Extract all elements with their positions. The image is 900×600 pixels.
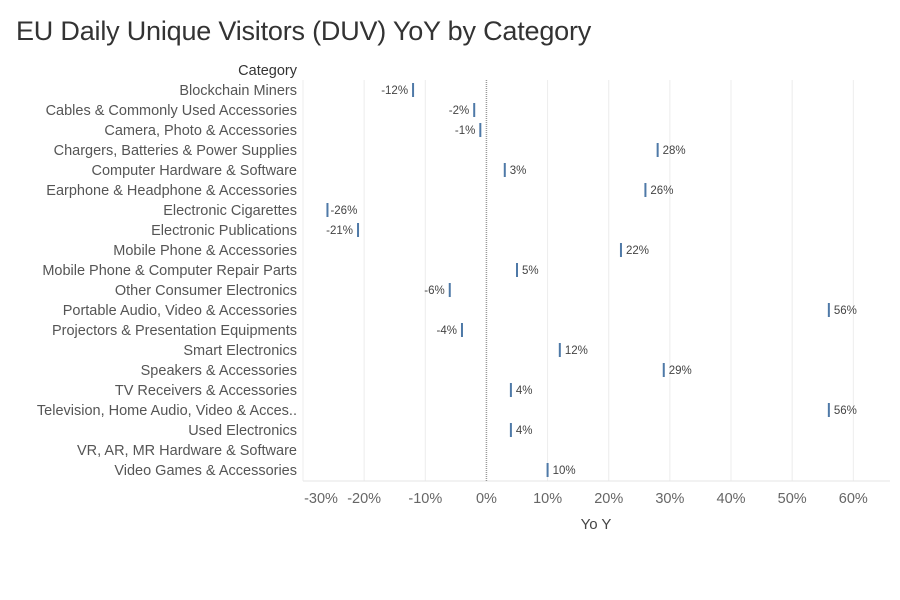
- category-label: Mobile Phone & Computer Repair Parts: [42, 263, 297, 279]
- x-tick-label: 10%: [533, 491, 562, 507]
- data-label: 22%: [626, 245, 649, 257]
- x-tick-label: 40%: [717, 491, 746, 507]
- category-label: Camera, Photo & Accessories: [104, 123, 297, 139]
- data-label: -4%: [437, 325, 457, 337]
- category-label: Television, Home Audio, Video & Acces..: [37, 403, 297, 419]
- data-label: 56%: [834, 305, 857, 317]
- data-label: 4%: [516, 425, 533, 437]
- category-label: Used Electronics: [188, 423, 297, 439]
- x-tick-label: 60%: [839, 491, 868, 507]
- x-tick-label: 30%: [655, 491, 684, 507]
- data-label: 10%: [553, 465, 576, 477]
- data-label: -2%: [449, 105, 469, 117]
- data-labels: -12% -2% -1% 28% 3% 26% -26% -21% 22% 5% -6% 56% -4%…: [326, 85, 857, 477]
- category-label: Earphone & Headphone & Accessories: [46, 183, 297, 199]
- category-label: TV Receivers & Accessories: [115, 383, 297, 399]
- data-label: -21%: [326, 225, 353, 237]
- data-marks: [326, 83, 830, 477]
- gridlines: [302, 80, 890, 482]
- category-label: VR, AR, MR Hardware & Software: [77, 443, 297, 459]
- category-label: Smart Electronics: [183, 343, 297, 359]
- data-label: 4%: [516, 385, 533, 397]
- data-label: -26%: [330, 205, 357, 217]
- data-label: -1%: [455, 125, 475, 137]
- data-label: 28%: [663, 145, 686, 157]
- category-label: Video Games & Accessories: [114, 463, 297, 479]
- category-label: Portable Audio, Video & Accessories: [63, 303, 297, 319]
- x-tick-label: -20%: [347, 491, 381, 507]
- category-label: Mobile Phone & Accessories: [113, 243, 297, 259]
- row-header: Category: [238, 63, 298, 79]
- category-label: Chargers, Batteries & Power Supplies: [54, 143, 297, 159]
- category-label: Cables & Commonly Used Accessories: [46, 103, 297, 119]
- data-label: -6%: [424, 285, 444, 297]
- category-label: Blockchain Miners: [179, 83, 297, 99]
- category-label: Speakers & Accessories: [141, 363, 297, 379]
- data-label: 5%: [522, 265, 539, 277]
- category-label: Electronic Publications: [151, 223, 297, 239]
- data-label: -12%: [381, 85, 408, 97]
- x-axis-ticks: -30% -20% -10% 0% 10% 20% 30% 40% 50% 60%: [304, 491, 868, 507]
- data-label: 26%: [650, 185, 673, 197]
- x-tick-label: 50%: [778, 491, 807, 507]
- category-label: Other Consumer Electronics: [115, 283, 297, 299]
- x-tick-label: 0%: [476, 491, 497, 507]
- category-label: Projectors & Presentation Equipments: [52, 323, 297, 339]
- x-tick-label: -10%: [408, 491, 442, 507]
- category-labels: Blockchain Miners Cables & Commonly Used …: [37, 83, 297, 479]
- x-axis-title: Yo Y: [581, 516, 612, 533]
- data-label: 12%: [565, 345, 588, 357]
- data-label: 29%: [669, 365, 692, 377]
- category-label: Computer Hardware & Software: [92, 163, 298, 179]
- category-label: Electronic Cigarettes: [163, 203, 297, 219]
- data-label: 56%: [834, 405, 857, 417]
- data-label: 3%: [510, 165, 527, 177]
- chart-area: Blockchain Miners Cables & Commonly Used …: [37, 63, 890, 533]
- x-tick-label: -30%: [304, 491, 338, 507]
- x-tick-label: 20%: [594, 491, 623, 507]
